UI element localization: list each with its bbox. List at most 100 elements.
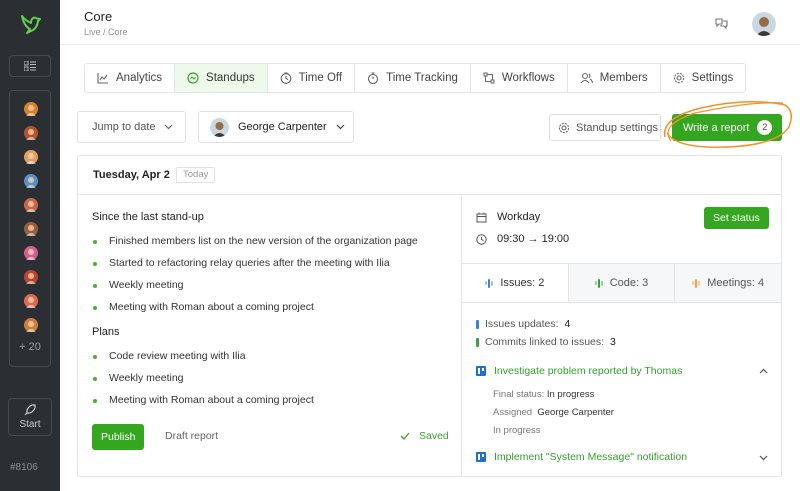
tab-standups[interactable]: Standups — [175, 64, 268, 92]
member-select-dropdown[interactable]: George Carpenter — [198, 111, 354, 143]
trello-icon — [476, 452, 486, 462]
list-item: Started to refactoring relay queries aft… — [109, 257, 390, 269]
list-grid-icon — [24, 61, 36, 71]
gear-icon — [558, 122, 570, 133]
tab-label: Meetings: 4 — [707, 277, 765, 289]
workday-row: Workday — [476, 211, 540, 223]
draft-report-link[interactable]: Draft report — [165, 430, 218, 442]
standup-settings-button[interactable]: Standup settings — [549, 114, 661, 141]
issues-updates-value: 4 — [564, 318, 571, 330]
workday-time-row: 09:30 → 19:00 — [476, 233, 569, 245]
bullet-dot — [93, 306, 97, 310]
date-row: Tuesday, Apr 2 Today — [78, 156, 781, 195]
list-item: Meeting with Roman about a coming projec… — [109, 394, 314, 406]
bullet-dot — [93, 399, 97, 403]
issue-final-status: Final status: In progress — [493, 389, 594, 400]
main-tabs: Analytics Standups Time Off Time Trackin… — [84, 63, 747, 93]
user-avatar[interactable] — [752, 12, 776, 36]
bullet-dot — [93, 240, 97, 244]
member-avatar[interactable] — [24, 198, 38, 212]
member-avatar[interactable] — [24, 318, 38, 332]
chevron-down-icon — [336, 124, 345, 130]
workday-time: 09:30 → 19:00 — [497, 233, 570, 245]
list-item: Code review meeting with Ilia — [109, 350, 246, 362]
tab-time-off[interactable]: Time Off — [268, 64, 356, 92]
list-item: Finished members list on the new version… — [109, 235, 418, 247]
bird-logo-icon[interactable] — [18, 12, 42, 36]
workday-label: Workday — [497, 211, 541, 223]
tab-settings[interactable]: Settings — [661, 64, 746, 92]
check-icon — [400, 432, 410, 440]
publish-button[interactable]: Publish — [92, 424, 145, 450]
trello-icon — [476, 366, 486, 376]
list-item: Weekly meeting — [109, 372, 184, 384]
standup-settings-label: Standup settings — [576, 121, 658, 134]
member-avatar[interactable] — [24, 270, 38, 284]
commits-value: 3 — [610, 336, 616, 348]
members-icon — [580, 72, 593, 84]
issue-title-1[interactable]: Investigate problem reported by Thomas — [476, 365, 682, 377]
list-item: Meeting with Roman about a coming projec… — [109, 301, 314, 313]
members-list: + 20 — [9, 90, 51, 367]
tab-meetings[interactable]: Meetings: 4 — [675, 264, 782, 302]
member-avatar[interactable] — [24, 126, 38, 140]
member-avatar[interactable] — [24, 222, 38, 236]
gear-icon — [673, 72, 684, 84]
member-avatar[interactable] — [24, 294, 38, 308]
member-avatar[interactable] — [24, 246, 38, 260]
clock-icon — [476, 233, 487, 245]
chat-bubble-icon[interactable] — [715, 17, 728, 30]
tab-workflows[interactable]: Workflows — [471, 64, 568, 92]
chart-line-icon — [97, 73, 108, 84]
start-label: Start — [19, 419, 41, 430]
issue-title-2[interactable]: Implement "System Message" notification — [476, 451, 687, 463]
highlight-circle-annotation — [663, 101, 792, 148]
issue-title: Investigate problem reported by Thomas — [494, 365, 683, 377]
saved-label: Saved — [419, 430, 449, 442]
today-badge[interactable]: Today — [176, 167, 216, 183]
top-bar — [60, 0, 800, 45]
jump-to-date-label: Jump to date — [92, 121, 156, 133]
assignee-name: George Carpenter — [537, 407, 614, 418]
bullet-dot — [93, 377, 97, 381]
tab-label: Members — [599, 72, 648, 84]
tab-analytics[interactable]: Analytics — [85, 64, 176, 92]
standup-icon — [187, 72, 199, 84]
issue-title: Implement "System Message" notification — [494, 451, 688, 463]
member-avatar[interactable] — [24, 150, 38, 164]
breadcrumb[interactable]: Live / Core — [84, 27, 128, 37]
tab-code[interactable]: Code: 3 — [568, 264, 676, 302]
workflow-icon — [483, 72, 495, 84]
report-card: Tuesday, Apr 2 Today Since the last stan… — [77, 155, 782, 477]
commits-label: Commits linked to issues: — [485, 336, 605, 348]
tab-issues[interactable]: Issues: 2 — [462, 264, 569, 302]
jump-to-date-dropdown[interactable]: Jump to date — [77, 111, 186, 143]
saved-indicator: Saved — [400, 430, 449, 442]
member-avatar — [210, 117, 229, 137]
chevron-down-icon[interactable] — [759, 455, 768, 461]
member-name: George Carpenter — [238, 121, 327, 133]
green-marker — [476, 337, 479, 347]
set-status-button[interactable]: Set status — [704, 207, 769, 229]
tab-label: Issues: 2 — [500, 277, 545, 289]
start-button[interactable]: Start — [8, 398, 52, 436]
stats-tabs: Issues: 2 Code: 3 Meetings: 4 — [462, 263, 782, 303]
chevron-up-icon[interactable] — [759, 368, 768, 374]
list-item: Weekly meeting — [109, 279, 184, 291]
tab-label: Settings — [691, 72, 734, 84]
issue-status: In progress — [493, 425, 541, 436]
bullet-dot — [93, 284, 97, 288]
chevron-down-icon — [164, 124, 173, 130]
more-members-label[interactable]: + 20 — [10, 341, 50, 353]
tab-label: Code: 3 — [609, 277, 649, 289]
board-view-button[interactable] — [9, 55, 51, 77]
bars-icon — [594, 278, 603, 288]
tab-members[interactable]: Members — [568, 64, 661, 92]
member-avatar[interactable] — [24, 174, 38, 188]
blue-marker — [476, 319, 479, 329]
bullet-dot — [93, 355, 97, 359]
tab-label: Time Tracking — [386, 72, 458, 84]
report-date: Tuesday, Apr 2 — [93, 169, 170, 181]
member-avatar[interactable] — [24, 102, 38, 116]
tab-time-tracking[interactable]: Time Tracking — [355, 64, 471, 92]
